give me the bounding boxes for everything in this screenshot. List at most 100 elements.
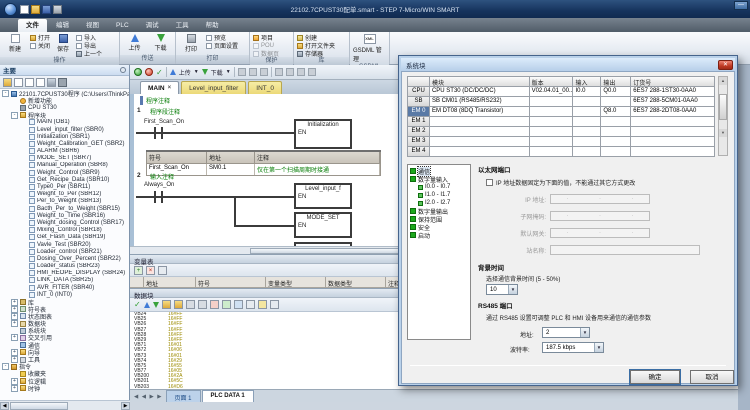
import-button[interactable]: 导入 xyxy=(76,34,102,41)
tree-toolbar-grid-icon[interactable] xyxy=(47,78,56,87)
tree-toolbar-folder-icon[interactable] xyxy=(3,78,12,87)
tree-item[interactable]: LINK_DATA (SBR25) xyxy=(0,277,129,284)
tree-item[interactable]: 收藏夹 xyxy=(0,370,129,377)
tree-expander[interactable]: + xyxy=(11,334,18,341)
module-slot-id[interactable]: EM 4 xyxy=(408,147,430,157)
tree-item[interactable]: Weight_dosing_Control (SBR17) xyxy=(0,219,129,226)
pin-icon[interactable] xyxy=(120,67,126,73)
editor-tab[interactable]: Level_input_filter xyxy=(181,81,246,94)
module-order-cell[interactable]: 6ES7 288-5CM01-0AA0 xyxy=(631,97,715,107)
settings-tree-item[interactable]: I1.0 - I1.7 xyxy=(409,191,469,199)
module-input-cell[interactable] xyxy=(573,117,601,127)
tree-item[interactable]: HMI_REOPE_DISPLAY (SBR24) xyxy=(0,270,129,277)
tree-item[interactable]: Loader_control (SBR21) xyxy=(0,248,129,255)
tree-expander[interactable]: + xyxy=(11,349,18,356)
db-redo-icon[interactable] xyxy=(198,300,207,309)
tree-expander[interactable]: + xyxy=(11,299,18,306)
vt-insert-icon[interactable]: + xyxy=(134,266,143,275)
module-name-cell[interactable] xyxy=(430,137,530,147)
run-icon[interactable] xyxy=(134,68,142,76)
db-address-icon[interactable] xyxy=(234,300,243,309)
ribbon-tab[interactable]: 文件 xyxy=(18,19,47,32)
module-row[interactable]: EM 2 xyxy=(408,127,715,137)
module-name-cell[interactable] xyxy=(430,117,530,127)
stop-icon[interactable] xyxy=(145,68,153,76)
tree-item[interactable]: Per_to_Weight (SBR13) xyxy=(0,198,129,205)
tree-item[interactable]: Dosing_Over_Percent (SBR22) xyxy=(0,255,129,262)
preview-button[interactable]: 预览 xyxy=(206,34,238,41)
module-slot-id[interactable]: EM 1 xyxy=(408,117,430,127)
options-icon[interactable] xyxy=(297,68,305,76)
upload-small-icon[interactable] xyxy=(170,69,176,75)
tree-item[interactable]: CPU ST30 xyxy=(0,104,129,111)
save-button[interactable]: 保存 xyxy=(53,34,73,53)
module-output-cell[interactable]: Q8.0 xyxy=(601,107,631,117)
tree-item[interactable]: + 符号表 xyxy=(0,306,129,313)
tree-toolbar-cpu-icon[interactable] xyxy=(58,78,67,87)
tree-item[interactable]: INT_0 (INT0) xyxy=(0,291,129,298)
goto-icon[interactable] xyxy=(286,68,294,76)
module-version-cell[interactable] xyxy=(530,97,574,107)
zoom-icon[interactable] xyxy=(308,68,316,76)
new-button[interactable]: 新建 xyxy=(3,34,27,53)
db-help-icon[interactable] xyxy=(270,300,279,309)
tree-toolbar-doc2-icon[interactable] xyxy=(25,78,34,87)
net1-contact[interactable] xyxy=(154,127,163,139)
network1-comment[interactable]: 程序段注释 xyxy=(150,107,180,116)
module-table-scrollbar[interactable]: ▲ ▼ xyxy=(718,76,728,156)
gsdml-manage-button[interactable]: XMLGSDML 管理 xyxy=(353,34,386,63)
upload-dropdown-icon[interactable]: ▼ xyxy=(194,69,199,75)
tree-item[interactable]: Mixing_Control (SBR18) xyxy=(0,227,129,234)
net2-call-box3-clipped[interactable] xyxy=(294,242,352,246)
tree-item[interactable]: 通信 xyxy=(0,342,129,349)
db-download-icon[interactable] xyxy=(153,302,159,308)
module-row[interactable]: EM 0 EM DT08 (8DQ Transistor) Q8.0 6ES7 … xyxy=(408,107,715,117)
editor-tab[interactable]: MAIN × xyxy=(140,81,179,94)
db-paste-icon[interactable] xyxy=(174,300,183,309)
db-tab-nav-arrows[interactable]: ◀ ◀ ▶ ▶ xyxy=(134,394,163,400)
tree-item[interactable]: Get_Recipe_Data (SBR10) xyxy=(0,176,129,183)
tree-item[interactable]: + 工具 xyxy=(0,356,129,363)
module-slot-id[interactable]: EM 3 xyxy=(408,137,430,147)
library-create-button[interactable]: 创建 xyxy=(297,34,335,41)
settings-tree-item[interactable]: 启动 xyxy=(409,231,469,239)
compile-check-icon[interactable]: ✓ xyxy=(156,68,163,77)
tree-item[interactable]: 系统块 xyxy=(0,327,129,334)
db-options-icon[interactable] xyxy=(258,300,267,309)
rs485-address-select[interactable]: 2 ▼ xyxy=(542,327,590,338)
module-version-cell[interactable] xyxy=(530,117,574,127)
module-name-cell[interactable] xyxy=(430,127,530,137)
dialog-close-icon[interactable]: ✕ xyxy=(718,60,733,70)
db-browse-icon[interactable] xyxy=(246,300,255,309)
tree-expander[interactable]: + xyxy=(11,378,18,385)
module-output-cell[interactable] xyxy=(601,127,631,137)
scroll-thumb[interactable] xyxy=(10,402,68,410)
net1-call-box[interactable]: Initialization EN xyxy=(294,119,352,149)
module-slot-id[interactable]: EM 0 xyxy=(408,107,430,117)
tree-toolbar-doc-icon[interactable] xyxy=(14,78,23,87)
db-upload-icon[interactable] xyxy=(144,302,150,308)
ok-button[interactable]: 确定 xyxy=(630,370,680,384)
rs485-baud-dropdown-icon[interactable]: ▼ xyxy=(594,343,603,352)
library-open-folder-button[interactable]: 打开文件夹 xyxy=(297,42,335,49)
protect-project-button[interactable]: 项目 xyxy=(253,34,279,41)
tree-expander[interactable]: + xyxy=(11,356,18,363)
db-plcdata-tab[interactable]: PLC DATA 1 xyxy=(202,390,254,402)
tree-item[interactable]: Weight_Control (SBR9) xyxy=(0,169,129,176)
download-dropdown-icon[interactable]: ▼ xyxy=(226,69,231,75)
module-output-cell[interactable] xyxy=(601,97,631,107)
ribbon-tab[interactable]: 编辑 xyxy=(48,19,77,32)
tree-item[interactable]: + 状态图表 xyxy=(0,313,129,320)
close-button[interactable]: 关闭 xyxy=(30,42,50,49)
tree-item[interactable]: Get_Flash_Data (SBR19) xyxy=(0,234,129,241)
settings-tree-item[interactable]: I0.0 - I0.7 xyxy=(409,183,469,191)
tree-item[interactable]: Level_input_filter (SBR0) xyxy=(0,126,129,133)
db-delete-icon[interactable] xyxy=(210,300,219,309)
tree-item[interactable]: Bacth_Per_to_Weight (SBR15) xyxy=(0,205,129,212)
module-output-cell[interactable] xyxy=(601,117,631,127)
db-insert-icon[interactable] xyxy=(222,300,231,309)
tree-item[interactable]: - 22101.7CPUST30程序 (C:\Users\ThinkPa xyxy=(0,90,129,97)
tree-expander[interactable]: - xyxy=(11,112,18,119)
tree-item[interactable]: Loader_status (SBR23) xyxy=(0,263,129,270)
tree-item[interactable]: AVR_FITER (SBR40) xyxy=(0,284,129,291)
